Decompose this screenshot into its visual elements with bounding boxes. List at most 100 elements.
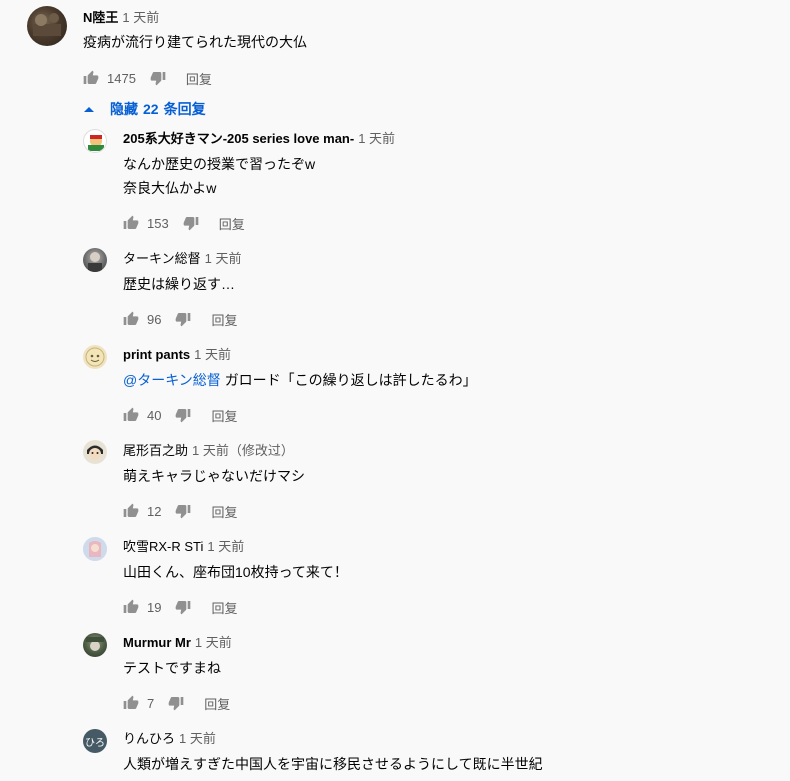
- hide-replies-count: 22: [143, 101, 159, 117]
- timestamp[interactable]: 1 天前: [194, 347, 231, 362]
- comment-text-line: なんか歴史の授業で習ったぞw: [123, 156, 316, 172]
- comment-actions: 19 回复: [123, 597, 237, 617]
- comment-text-line: 歴史は繰り返す…: [123, 276, 235, 292]
- avatar-image: [33, 13, 61, 36]
- comment-text-line: 奈良大仏かよw: [123, 180, 217, 196]
- dislike-button[interactable]: [175, 599, 191, 615]
- avatar[interactable]: [83, 248, 107, 272]
- author-name[interactable]: Murmur Mr: [123, 635, 191, 650]
- thumb-up-icon: [123, 407, 139, 421]
- avatar-image: [83, 537, 107, 561]
- comment-text-line: @ターキン総督 ガロード「この繰り返しは許したるわ」: [123, 368, 477, 392]
- like-count: 7: [147, 695, 155, 711]
- thumb-up-icon: [123, 695, 139, 709]
- timestamp[interactable]: 1 天前: [195, 635, 232, 650]
- avatar-image: [85, 131, 106, 152]
- thumb-up-icon: [83, 70, 99, 84]
- comment-header: りんひろ 1 天前: [123, 731, 216, 747]
- comment-actions: 153 回复: [123, 213, 245, 233]
- thumb-up-icon: [123, 503, 139, 517]
- avatar-image: [85, 347, 105, 367]
- reply-button[interactable]: 回复: [211, 502, 237, 521]
- author-name[interactable]: ターキン総督: [123, 251, 201, 266]
- avatar-image: [86, 637, 104, 651]
- mention-link[interactable]: @ターキン総督: [123, 372, 221, 388]
- like-count: 153: [147, 215, 169, 231]
- timestamp[interactable]: 1 天前（修改过）: [192, 443, 294, 458]
- reply-button[interactable]: 回复: [211, 310, 237, 329]
- like-button[interactable]: [123, 695, 139, 711]
- avatar[interactable]: [83, 129, 107, 153]
- dislike-button[interactable]: [150, 70, 166, 86]
- like-button[interactable]: [123, 503, 139, 519]
- caret-up-icon: [84, 106, 94, 112]
- hide-replies-button[interactable]: 隐藏 22 条回复: [80, 99, 206, 119]
- timestamp[interactable]: 1 天前: [207, 539, 244, 554]
- timestamp[interactable]: 1 天前: [358, 131, 395, 146]
- thumb-down-icon: [183, 217, 199, 231]
- like-count: 1475: [107, 70, 136, 86]
- author-name[interactable]: 吹雪RX-R STi: [123, 539, 203, 554]
- comment-actions: 7 回复: [123, 693, 230, 713]
- avatar[interactable]: [83, 440, 107, 464]
- thumb-down-icon: [168, 697, 184, 711]
- dislike-button[interactable]: [168, 695, 184, 711]
- thumb-up-icon: [123, 311, 139, 325]
- thumb-up-icon: [123, 599, 139, 613]
- comment-header: 205系大好きマン-205 series love man- 1 天前: [123, 131, 395, 147]
- avatar[interactable]: [27, 6, 67, 46]
- thumb-down-icon: [176, 505, 191, 519]
- timestamp[interactable]: 1 天前: [179, 731, 216, 746]
- hide-replies-suffix: 条回复: [163, 101, 206, 117]
- thumb-down-icon: [176, 601, 191, 615]
- reply-button[interactable]: 回复: [219, 214, 245, 233]
- author-name[interactable]: print pants: [123, 347, 190, 362]
- reply-button[interactable]: 回复: [211, 598, 237, 617]
- comment-actions: 1475 回复: [83, 68, 212, 88]
- avatar-image: [88, 252, 102, 272]
- hide-replies-prefix: 隐藏: [110, 101, 138, 117]
- thumb-down-icon: [176, 409, 191, 423]
- comment-text-line: テストですまね: [123, 660, 221, 676]
- like-button[interactable]: [123, 407, 139, 423]
- dislike-button[interactable]: [175, 407, 191, 423]
- avatar[interactable]: [83, 633, 107, 657]
- author-name[interactable]: N陸王: [83, 10, 118, 25]
- comment-actions: 40 回复: [123, 405, 237, 425]
- author-name[interactable]: 205系大好きマン-205 series love man-: [123, 131, 354, 146]
- comment-text: 疫病が流行り建てられた現代の大仏: [83, 34, 307, 50]
- comment-header: 尾形百之助 1 天前（修改过）: [123, 443, 294, 459]
- like-button[interactable]: [123, 599, 139, 615]
- like-button[interactable]: [123, 311, 139, 327]
- author-name[interactable]: りんひろ: [123, 731, 175, 746]
- thumb-down-icon: [176, 313, 191, 327]
- comment-text: ガロード「この繰り返しは許したるわ」: [224, 372, 477, 388]
- dislike-button[interactable]: [183, 215, 199, 231]
- comment-text-line: 山田くん、座布団10枚持って来て！: [123, 564, 348, 580]
- comment-actions: 96 回复: [123, 309, 237, 329]
- timestamp[interactable]: 1 天前: [122, 10, 159, 25]
- reply-button[interactable]: 回复: [186, 69, 212, 88]
- like-count: 19: [147, 599, 162, 615]
- avatar[interactable]: [83, 537, 107, 561]
- author-name[interactable]: 尾形百之助: [123, 443, 188, 458]
- avatar-initials: ひろ: [85, 737, 105, 749]
- timestamp[interactable]: 1 天前: [205, 251, 242, 266]
- comments-section: N陸王 1 天前 疫病が流行り建てられた現代の大仏 1475 回复 隐藏 22 条…: [0, 0, 790, 781]
- avatar[interactable]: [83, 345, 107, 369]
- comment-actions: 12 回复: [123, 501, 237, 521]
- like-button[interactable]: [83, 70, 99, 86]
- comment-header: 吹雪RX-R STi 1 天前: [123, 539, 244, 555]
- comment-header: Murmur Mr 1 天前: [123, 635, 232, 651]
- avatar[interactable]: ひろ: [83, 729, 107, 753]
- like-button[interactable]: [123, 215, 139, 231]
- reply-button[interactable]: 回复: [211, 406, 237, 425]
- reply-button[interactable]: 回复: [204, 694, 230, 713]
- like-count: 96: [147, 311, 162, 327]
- thumb-up-icon: [123, 215, 139, 229]
- dislike-button[interactable]: [175, 503, 191, 519]
- comment-text-line: 萌えキャラじゃないだけマシ: [123, 468, 305, 484]
- dislike-button[interactable]: [175, 311, 191, 327]
- thumb-down-icon: [150, 72, 166, 86]
- like-count: 40: [147, 407, 162, 423]
